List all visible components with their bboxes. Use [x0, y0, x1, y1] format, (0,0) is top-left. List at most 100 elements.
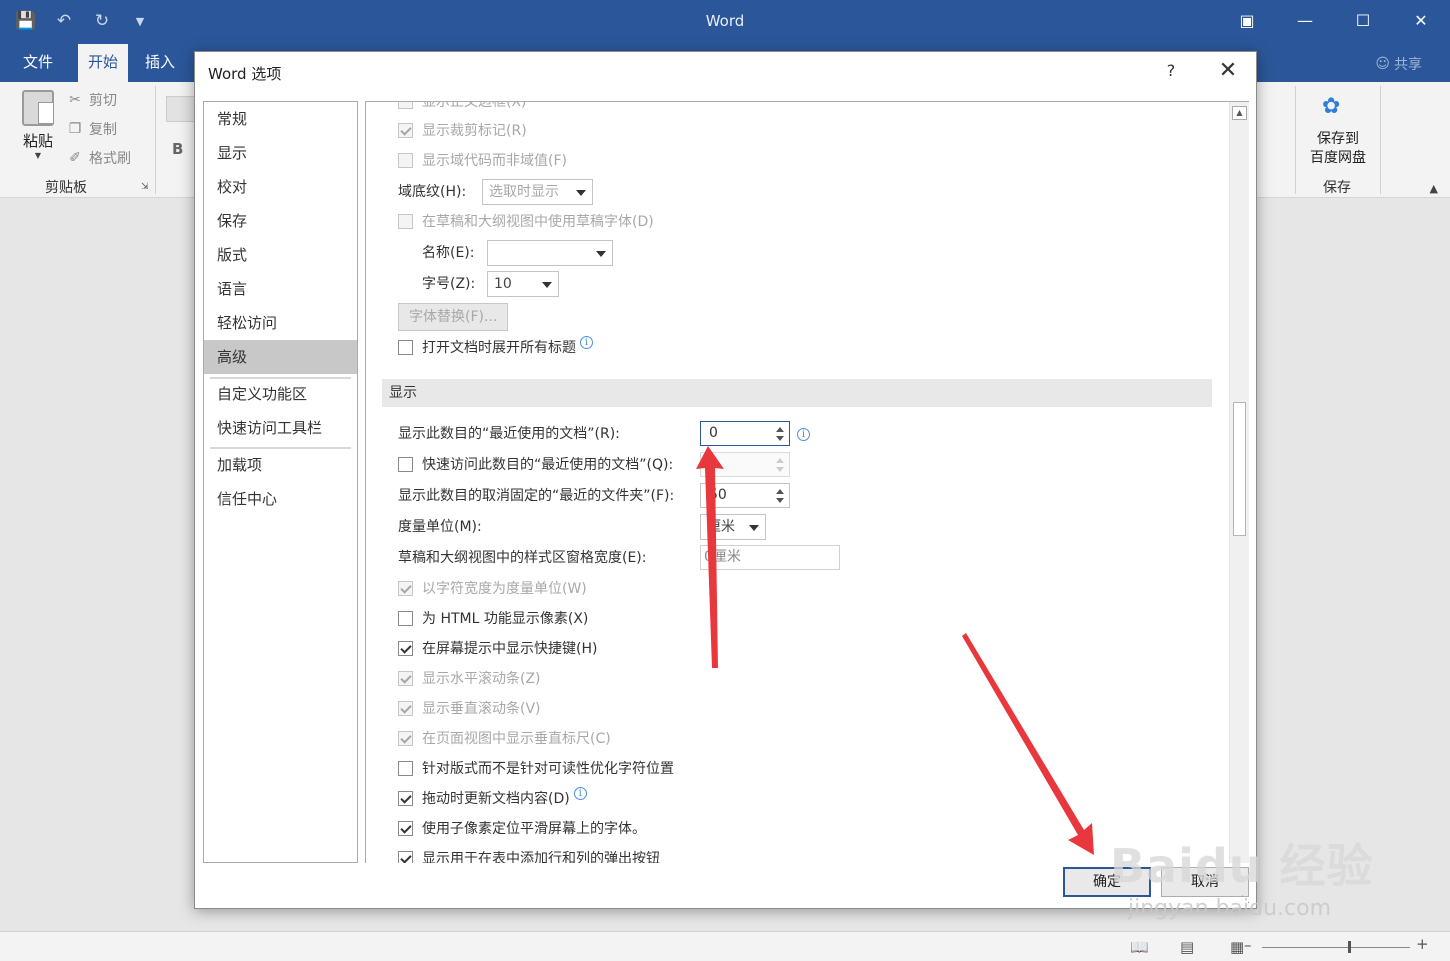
nav-item-save[interactable]: 保存: [204, 204, 357, 238]
scrollbar-thumb[interactable]: [1233, 402, 1246, 536]
font-size-select[interactable]: 10: [487, 271, 559, 297]
checkbox[interactable]: [398, 790, 413, 806]
unpinned-folders-spinner[interactable]: 50: [700, 483, 790, 508]
nav-item-proofing[interactable]: 校对: [204, 170, 357, 204]
quick-access-spinner[interactable]: [700, 452, 790, 477]
nav-item-trust-center[interactable]: 信任中心: [204, 482, 357, 516]
option-label: 以字符宽度为度量单位(W): [422, 581, 587, 597]
tab-file[interactable]: 文件: [14, 44, 62, 82]
zoom-out-icon[interactable]: –: [1244, 936, 1252, 954]
spin-down-icon[interactable]: [776, 498, 784, 503]
font-substitution-button[interactable]: 字体替换(F)...: [398, 303, 509, 331]
chevron-down-icon: [749, 525, 759, 531]
nav-item-quick-access-toolbar[interactable]: 快速访问工具栏: [204, 411, 357, 445]
expand-headings-option[interactable]: 打开文档时展开所有标题 i: [398, 335, 593, 358]
share-button[interactable]: ☺ 共享: [1375, 54, 1422, 74]
recent-docs-spinner[interactable]: 0: [700, 421, 790, 446]
measurement-units-select[interactable]: 厘米: [700, 514, 766, 540]
vertical-ruler-option[interactable]: 在页面视图中显示垂直标尺(C): [398, 727, 611, 749]
close-dialog-button[interactable]: ✕: [1215, 58, 1241, 84]
show-field-codes-option[interactable]: 显示域代码而非域值(F): [398, 149, 567, 171]
field-shading-select[interactable]: 选取时显示: [482, 179, 593, 205]
checkbox[interactable]: [398, 339, 413, 355]
spin-down-icon: [776, 467, 784, 472]
horizontal-scrollbar-option[interactable]: 显示水平滚动条(Z): [398, 667, 541, 689]
show-text-boundaries-option[interactable]: 显示正文边框(X): [398, 102, 527, 112]
scroll-up-icon[interactable]: ▲: [1232, 106, 1247, 120]
font-name-select[interactable]: [487, 240, 613, 266]
chevron-down-icon: ▼: [34, 151, 42, 160]
nav-item-display[interactable]: 显示: [204, 136, 357, 170]
checkbox[interactable]: [398, 820, 413, 836]
tab-insert[interactable]: 插入: [136, 44, 184, 82]
html-pixels-option[interactable]: 为 HTML 功能显示像素(X): [398, 607, 588, 629]
option-label: 拖动时更新文档内容(D): [422, 791, 570, 807]
options-content: 显示正文边框(X) 显示裁剪标记(R) 显示域代码而非域值(F) 域底纹(H):…: [365, 101, 1249, 863]
vertical-scrollbar-option[interactable]: 显示垂直滚动条(V): [398, 697, 541, 719]
optimize-layout-option[interactable]: 针对版式而不是针对可读性优化字符位置: [398, 757, 674, 779]
table-popup-option[interactable]: 显示用于在表中添加行和列的弹出按钮: [398, 847, 660, 863]
cut-button[interactable]: ✂ 剪切: [66, 90, 117, 110]
option-label: 在页面视图中显示垂直标尺(C): [422, 731, 611, 747]
draft-font-option[interactable]: 在草稿和大纲视图中使用草稿字体(D): [398, 210, 654, 232]
checkbox[interactable]: [398, 850, 413, 863]
checkbox[interactable]: [398, 730, 413, 746]
subpixel-positioning-option[interactable]: 使用子像素定位平滑屏幕上的字体。: [398, 817, 646, 839]
nav-item-general[interactable]: 常规: [204, 102, 357, 136]
paste-button[interactable]: 粘贴 ▼: [18, 90, 58, 160]
nav-item-customize-ribbon[interactable]: 自定义功能区: [204, 377, 357, 411]
print-layout-icon[interactable]: ▤: [1180, 938, 1194, 956]
format-painter-button[interactable]: ✐ 格式刷: [66, 148, 131, 168]
nav-item-layout[interactable]: 版式: [204, 238, 357, 272]
checkbox[interactable]: [398, 640, 413, 656]
nav-item-addins[interactable]: 加载项: [204, 448, 357, 482]
maximize-button[interactable]: ☐: [1334, 0, 1392, 40]
spin-up-icon[interactable]: [776, 427, 784, 432]
save-to-baidu-button[interactable]: 保存到 百度网盘: [1300, 130, 1376, 168]
nav-item-advanced[interactable]: 高级: [204, 340, 357, 374]
checkbox[interactable]: [398, 760, 413, 776]
minimize-button[interactable]: —: [1276, 0, 1334, 40]
scissors-icon: ✂: [69, 92, 81, 108]
checkbox[interactable]: [398, 102, 413, 109]
info-icon[interactable]: i: [580, 335, 593, 349]
checkbox[interactable]: [398, 152, 413, 168]
screen-tip-shortcuts-option[interactable]: 在屏幕提示中显示快捷键(H): [398, 637, 597, 659]
spin-down-icon[interactable]: [776, 436, 784, 441]
dialog-launcher-icon[interactable]: ⇲: [141, 182, 149, 192]
copy-button[interactable]: ❐ 复制: [66, 119, 117, 139]
show-crop-marks-option[interactable]: 显示裁剪标记(R): [398, 119, 527, 141]
style-area-width-input[interactable]: 0厘米: [700, 545, 840, 570]
web-layout-icon[interactable]: ▦: [1230, 938, 1244, 956]
spin-up-icon[interactable]: [776, 489, 784, 494]
zoom-slider-thumb[interactable]: [1348, 941, 1351, 953]
nav-item-accessibility[interactable]: 轻松访问: [204, 306, 357, 340]
info-icon[interactable]: i: [573, 786, 587, 800]
chevron-down-icon: [542, 282, 552, 288]
char-width-units-option[interactable]: 以字符宽度为度量单位(W): [398, 577, 587, 599]
checkbox[interactable]: [398, 456, 413, 472]
nav-item-language[interactable]: 语言: [204, 272, 357, 306]
tab-home[interactable]: 开始: [78, 44, 129, 82]
zoom-in-icon[interactable]: +: [1416, 935, 1429, 953]
help-button[interactable]: ?: [1161, 61, 1181, 80]
info-icon[interactable]: i: [797, 428, 810, 441]
status-bar: 📖 ▤ ▦ – +: [0, 931, 1450, 961]
checkbox[interactable]: [398, 700, 413, 716]
read-mode-icon[interactable]: 📖: [1130, 938, 1149, 956]
vertical-scrollbar[interactable]: ▲: [1229, 102, 1249, 863]
checkbox[interactable]: [398, 610, 413, 626]
update-on-drag-option[interactable]: 拖动时更新文档内容(D) i: [398, 786, 587, 809]
zoom-slider[interactable]: [1262, 947, 1410, 948]
checkbox[interactable]: [398, 670, 413, 686]
ribbon-display-options-icon[interactable]: ▣: [1218, 0, 1276, 40]
checkbox[interactable]: [398, 122, 413, 138]
checkbox[interactable]: [398, 580, 413, 596]
collapse-ribbon-icon[interactable]: ▲: [1430, 182, 1438, 195]
quick-access-recent-option[interactable]: 快速访问此数目的“最近使用的文档”(Q):: [398, 453, 673, 475]
checkbox[interactable]: [398, 213, 413, 229]
close-window-button[interactable]: ✕: [1392, 0, 1450, 40]
font-name-box[interactable]: [166, 96, 196, 122]
option-label: 为 HTML 功能显示像素(X): [422, 611, 589, 627]
bold-button[interactable]: B: [172, 140, 183, 158]
